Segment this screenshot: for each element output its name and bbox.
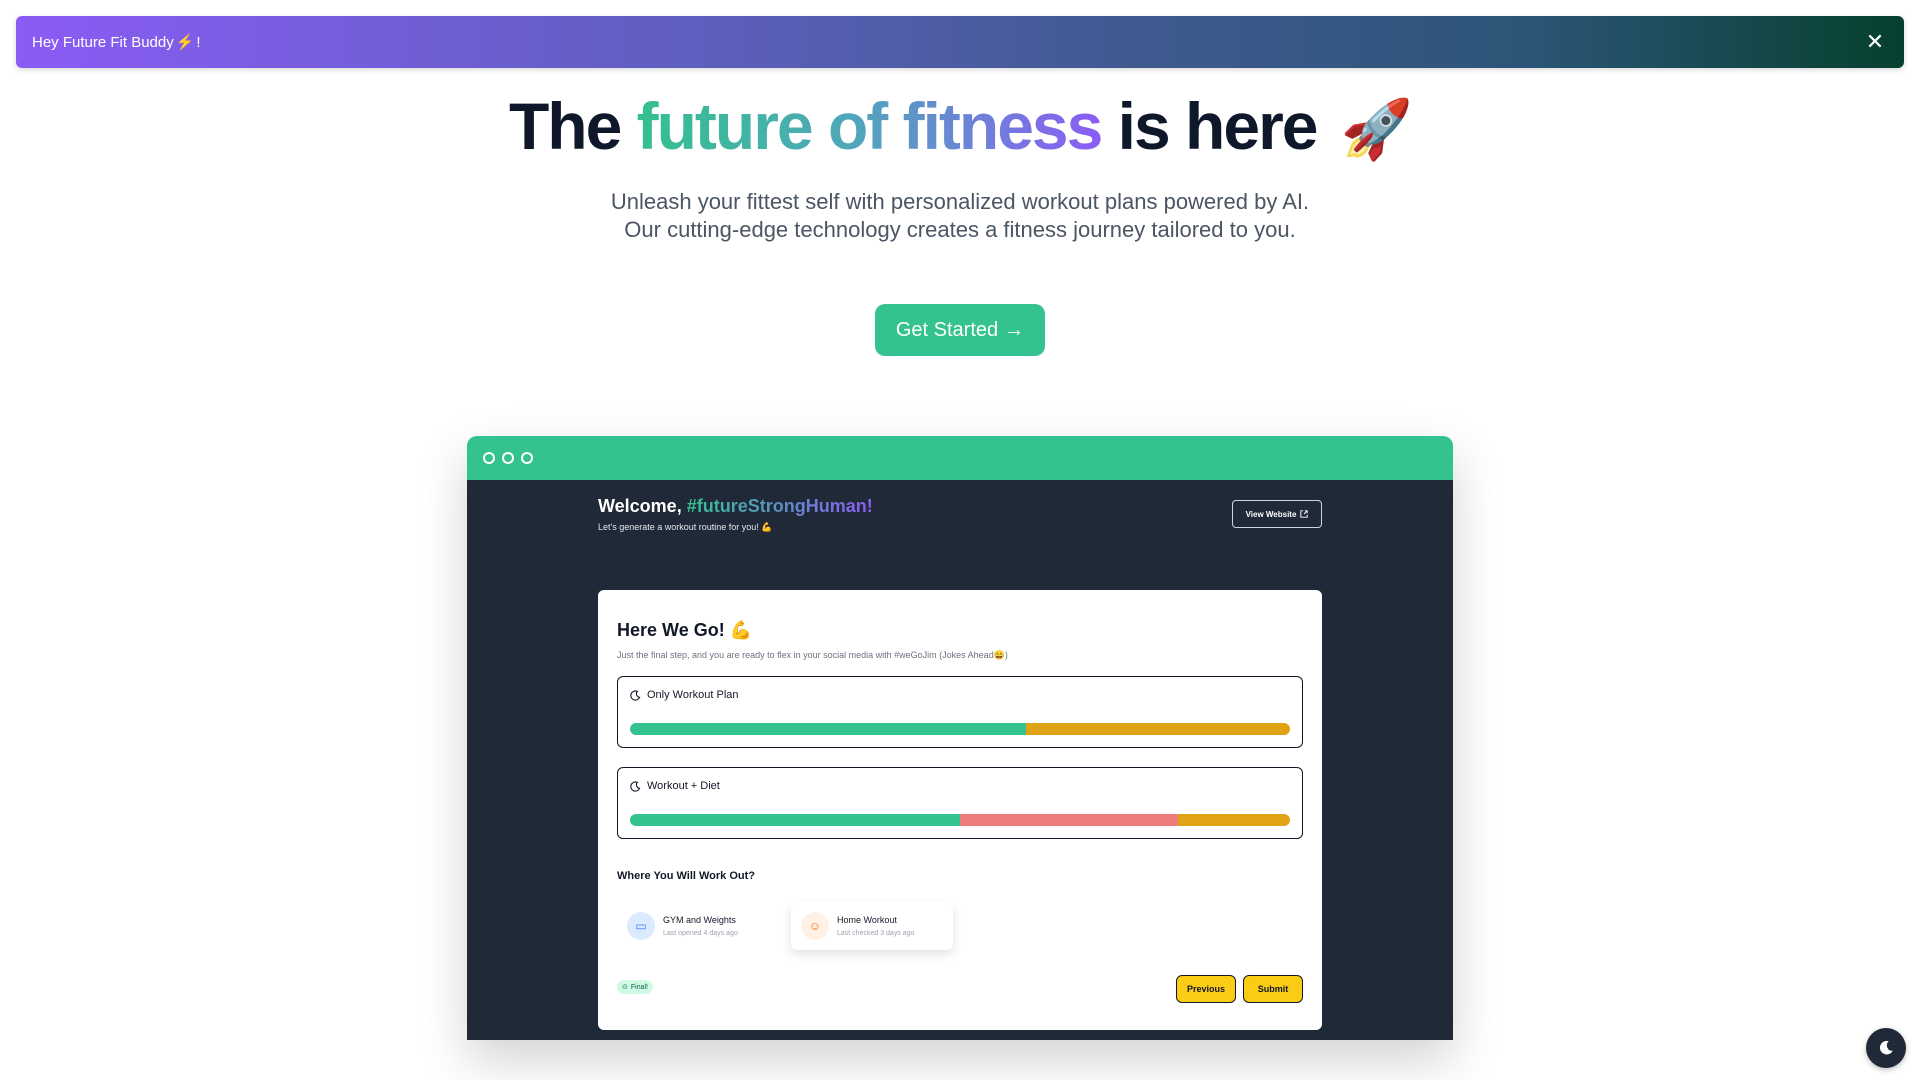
view-website-label: View Website: [1245, 509, 1297, 519]
chat-icon: ▭: [627, 912, 655, 940]
welcome-subtitle: Let's generate a workout routine for you…: [598, 522, 773, 532]
hero-title: The future of fitness is here 🚀: [0, 88, 1920, 164]
plan-label-row: Workout + Diet: [630, 780, 720, 792]
option-title: GYM and Weights: [663, 915, 736, 925]
app-preview-window: Welcome, #futureStrongHuman! Let's gener…: [467, 436, 1453, 1040]
app-preview-body: Welcome, #futureStrongHuman! Let's gener…: [467, 480, 1453, 1040]
banner-message: Hey Future Fit Buddy ⚡ !: [32, 33, 201, 52]
plan-bar-segment: [630, 723, 1026, 735]
moon-icon: [630, 689, 641, 701]
option-meta: Last checked 3 days ago: [837, 930, 915, 937]
hero-subtitle: Unleash your fittest self with personali…: [610, 189, 1310, 242]
plan-label: Only Workout Plan: [647, 689, 739, 701]
moon-icon: [630, 780, 641, 792]
hero-title-start: The: [508, 89, 622, 163]
user-icon: ☺: [801, 912, 829, 940]
announcement-banner: Hey Future Fit Buddy ⚡ ! ✕: [16, 16, 1904, 68]
submit-button[interactable]: Submit: [1243, 975, 1303, 1003]
plan-progress-bar: [630, 814, 1290, 826]
previous-button[interactable]: Previous: [1176, 975, 1236, 1003]
plan-progress-bar: [630, 723, 1290, 735]
check-circle-icon: ⊙: [622, 984, 628, 991]
hero-title-end: is here: [1117, 89, 1319, 163]
plan-bar-segment: [1026, 723, 1290, 735]
rocket-icon: 🚀: [1340, 97, 1413, 162]
workout-location-title: Where You Will Work Out?: [617, 870, 756, 882]
plan-label: Workout + Diet: [647, 780, 720, 792]
arrow-right-icon: →: [1004, 318, 1025, 341]
browser-title-bar: [467, 436, 1453, 480]
plan-label-row: Only Workout Plan: [630, 689, 739, 701]
window-dot-icon: [521, 452, 533, 464]
plan-option-workout-diet[interactable]: Workout + Diet: [617, 767, 1303, 839]
final-badge-label: Final!: [630, 983, 648, 991]
dark-mode-toggle[interactable]: [1866, 1028, 1906, 1068]
welcome-prefix: Welcome,: [598, 496, 682, 516]
plan-option-workout[interactable]: Only Workout Plan: [617, 676, 1303, 748]
flexed-biceps-icon: 💪: [729, 620, 753, 640]
welcome-tag: #futureStrongHuman!: [686, 496, 873, 516]
view-website-button[interactable]: View Website: [1232, 500, 1322, 528]
hero-title-highlight: future of fitness: [636, 89, 1104, 163]
option-home[interactable]: ☺ Home Workout Last checked 3 days ago: [791, 902, 953, 950]
banner-text: Hey Future Fit Buddy: [32, 33, 174, 51]
window-dot-icon: [502, 452, 514, 464]
option-meta: Last opened 4 days ago: [663, 930, 738, 937]
option-gym[interactable]: ▭ GYM and Weights Last opened 4 days ago: [617, 902, 779, 950]
welcome-heading: Welcome, #futureStrongHuman!: [598, 496, 873, 517]
final-badge: ⊙ Final!: [617, 980, 653, 994]
window-dot-icon: [483, 452, 495, 464]
plan-bar-segment: [1177, 814, 1290, 826]
get-started-button[interactable]: Get Started →: [875, 304, 1045, 356]
close-icon[interactable]: ✕: [1862, 29, 1888, 55]
card-title: Here We Go! 💪: [617, 620, 752, 641]
plan-card: Here We Go! 💪 Just the final step, and y…: [598, 590, 1322, 1030]
option-title: Home Workout: [837, 915, 897, 925]
external-link-icon: [1300, 510, 1309, 518]
plan-bar-segment: [960, 814, 1178, 826]
get-started-label: Get Started: [895, 318, 999, 341]
card-title-text: Here We Go!: [617, 620, 725, 640]
banner-suffix: !: [196, 33, 201, 51]
card-subtitle: Just the final step, and you are ready t…: [617, 650, 1008, 660]
plan-bar-segment: [630, 814, 960, 826]
lightning-icon: ⚡: [175, 34, 195, 51]
moon-icon: [1879, 1040, 1893, 1055]
